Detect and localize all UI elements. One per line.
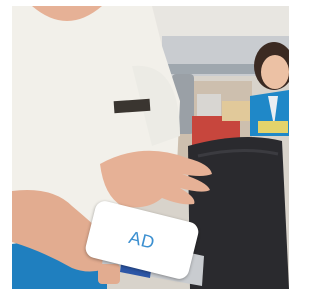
- galley-shelf: [222, 101, 252, 121]
- ad-label: AD: [127, 226, 158, 253]
- galley-box: [197, 94, 221, 116]
- attendant-face: [261, 55, 289, 89]
- thumb: [98, 264, 120, 284]
- attendant-scarf: [258, 121, 288, 133]
- photo-frame: AD: [12, 6, 289, 289]
- name-badge: [113, 98, 151, 114]
